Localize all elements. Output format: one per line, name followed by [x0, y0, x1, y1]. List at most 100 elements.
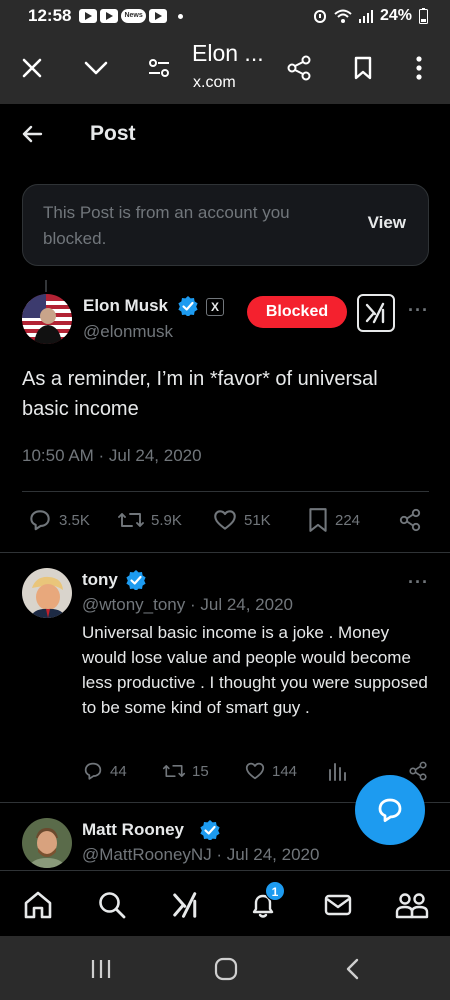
repost-icon: [162, 765, 186, 777]
bookmark-icon: [309, 508, 327, 532]
alarm-icon: [313, 10, 326, 23]
reply-handle-date[interactable]: @wtony_tony · Jul 24, 2020: [82, 595, 293, 615]
share-icon: [287, 55, 311, 81]
status-time: 12:58: [28, 6, 72, 25]
like-button[interactable]: 51K: [212, 507, 271, 533]
reply-author-name[interactable]: Matt Rooney: [82, 820, 184, 840]
grok-button[interactable]: [357, 294, 395, 332]
affiliate-badge: X: [206, 298, 224, 316]
tune-icon: [149, 59, 169, 77]
share-button[interactable]: [281, 50, 317, 86]
nav-home[interactable]: [18, 885, 58, 925]
youtube-notification-icon: [79, 9, 98, 23]
bookmark-count: 224: [335, 511, 361, 529]
like-button[interactable]: 144: [244, 760, 297, 782]
verified-icon: [126, 570, 146, 590]
browser-menu-button[interactable]: [401, 50, 437, 86]
home-system-button[interactable]: [211, 956, 241, 982]
author-handle[interactable]: @elonmusk: [83, 322, 173, 342]
post-text: As a reminder, I’m in *favor* of univers…: [22, 368, 378, 420]
nav-messages[interactable]: [318, 885, 358, 925]
bottom-nav: 1: [0, 870, 450, 936]
minimize-button[interactable]: [78, 50, 114, 86]
bookmark-page-button[interactable]: [345, 50, 381, 86]
reply-button[interactable]: 3.5K: [27, 507, 90, 533]
recents-button[interactable]: [86, 956, 116, 982]
share-icon: [409, 761, 427, 781]
matt-avatar-image: [22, 818, 72, 868]
battery-percent: 24%: [379, 7, 412, 24]
system-nav-bar: [0, 936, 450, 1000]
view-button[interactable]: View: [368, 213, 406, 233]
grok-icon: [365, 302, 385, 324]
back-arrow-icon: [22, 125, 43, 143]
blocked-button[interactable]: Blocked: [247, 296, 347, 328]
back-icon: [346, 958, 359, 980]
post-actions: 3.5K 5.9K 51K 224: [22, 507, 432, 537]
nav-grok[interactable]: [166, 885, 206, 925]
signal-icon: [358, 10, 373, 23]
elon-avatar-image: [22, 294, 72, 344]
repost-button[interactable]: 15: [162, 760, 209, 782]
site-settings-button[interactable]: [141, 50, 177, 86]
search-icon: [99, 892, 126, 919]
repost-icon: [118, 513, 144, 527]
browser-page-title: Elon ...: [192, 40, 264, 66]
compose-button[interactable]: [355, 775, 425, 845]
youtube-notification-icon: [100, 9, 119, 23]
reply-count: 3.5K: [59, 511, 90, 529]
compose-icon: [378, 798, 402, 822]
browser-toolbar: Elon ... x.com: [0, 32, 450, 104]
avatar[interactable]: [22, 294, 72, 344]
thread-line: [45, 280, 47, 292]
more-options-button[interactable]: ···: [408, 572, 429, 593]
repost-count: 5.9K: [151, 511, 182, 529]
avatar[interactable]: [22, 568, 72, 618]
reply-text: Universal basic income is a joke . Money…: [82, 623, 428, 717]
avatar[interactable]: [22, 818, 72, 868]
share-post-button[interactable]: [407, 760, 429, 782]
verified-icon: [178, 296, 198, 316]
divider: [0, 552, 450, 553]
wifi-icon: [334, 9, 352, 23]
post-timestamp[interactable]: 10:50 AM · Jul 24, 2020: [22, 446, 202, 466]
nav-search[interactable]: [92, 885, 132, 925]
views-button[interactable]: [327, 760, 347, 782]
author-name[interactable]: Elon Musk: [83, 296, 168, 316]
bookmark-icon: [354, 56, 372, 80]
more-vert-icon: [416, 56, 422, 80]
more-notifications-dot: [177, 13, 183, 19]
like-count: 144: [272, 762, 298, 780]
verified-icon: [200, 820, 220, 840]
like-count: 51K: [244, 511, 271, 529]
page-title: Post: [90, 122, 136, 145]
battery-icon: [419, 8, 428, 24]
divider: [22, 491, 429, 492]
reply-icon: [84, 762, 102, 780]
blocked-notice: This Post is from an account you blocked…: [22, 184, 429, 266]
status-bar: 12:58 News 24%: [0, 0, 450, 32]
reply-author-name[interactable]: tony: [82, 570, 118, 590]
more-options-button[interactable]: ···: [408, 300, 429, 321]
recents-icon: [91, 960, 111, 978]
repost-button[interactable]: 5.9K: [117, 507, 182, 533]
close-tab-button[interactable]: [14, 50, 50, 86]
home-button-icon: [214, 957, 238, 981]
back-button[interactable]: [20, 122, 46, 148]
bookmark-button[interactable]: 224: [307, 507, 360, 533]
communities-icon: [395, 893, 429, 919]
reply-handle-date[interactable]: @MattRooneyNJ · Jul 24, 2020: [82, 845, 319, 865]
browser-url[interactable]: x.com: [193, 74, 236, 92]
notification-badge: 1: [265, 881, 285, 901]
close-icon: [22, 58, 42, 78]
repost-count: 15: [192, 762, 209, 780]
nav-communities[interactable]: [392, 885, 432, 925]
reply-icon: [30, 510, 50, 531]
share-post-button[interactable]: [397, 507, 423, 533]
reply-button[interactable]: 44: [82, 760, 127, 782]
home-icon: [24, 891, 52, 919]
tony-avatar-image: [22, 568, 72, 618]
back-system-button[interactable]: [338, 956, 368, 982]
like-icon: [214, 510, 236, 530]
blocked-notice-text: This Post is from an account you blocked…: [43, 203, 290, 248]
